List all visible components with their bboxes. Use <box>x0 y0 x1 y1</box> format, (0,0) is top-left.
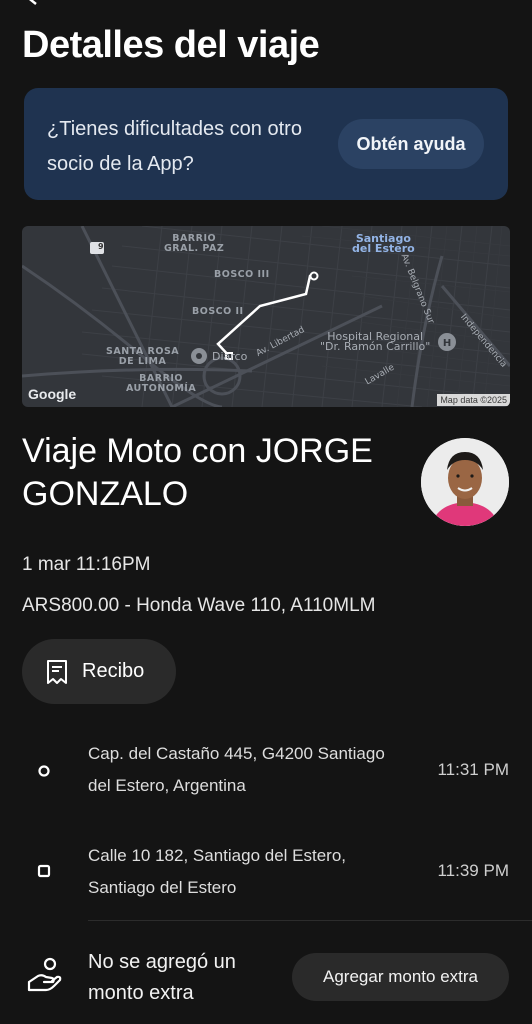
tip-text: No se agregó un monto extra <box>88 951 236 1004</box>
map-label-santa-rosa: SANTA ROSA DE LIMA <box>106 346 180 367</box>
map-label-diarco: Diarco <box>212 350 248 363</box>
driver-avatar <box>421 438 509 526</box>
trip-fare: ARS800.00 - Honda Wave 110, A110MLM <box>22 595 376 616</box>
pickup-time: 11:31 PM <box>437 760 509 779</box>
dropoff-square-icon <box>37 864 51 878</box>
add-extra-amount-button[interactable]: Agregar monto extra <box>292 953 509 1001</box>
google-logo: Google <box>28 386 77 402</box>
back-arrow-icon[interactable] <box>22 0 42 6</box>
dropoff-time: 11:39 PM <box>437 861 509 880</box>
divider <box>88 920 532 921</box>
map-label-bosco-ii: BOSCO II <box>192 306 244 317</box>
svg-text:H: H <box>443 338 451 349</box>
trip-date: 1 mar 11:16PM <box>22 554 151 575</box>
help-text: ¿Tienes dificultades con otro socio de l… <box>47 118 302 175</box>
dropoff-address: Calle 10 182, Santiago del Estero, Santi… <box>88 846 347 897</box>
receipt-label: Recibo <box>82 660 145 682</box>
receipt-button[interactable]: Recibo <box>22 639 176 704</box>
tip-hand-icon <box>27 957 62 992</box>
map-label-barrio-gral-paz: BARRIO GRAL. PAZ <box>164 233 225 254</box>
receipt-icon <box>47 659 67 684</box>
map-label-barrio-autonomia: BARRIO AUTONOMÍA <box>126 373 197 394</box>
map-attribution: Map data ©2025 <box>437 394 510 406</box>
map-label-bosco-iii: BOSCO III <box>214 269 270 280</box>
map-label-hospital: Hospital Regional "Dr. Ramón Carrillo" <box>320 330 431 353</box>
map-streets: H <box>22 226 510 407</box>
trip-title: Viaje Moto con JORGE GONZALO <box>22 432 373 513</box>
help-card: ¿Tienes dificultades con otro socio de l… <box>24 88 508 200</box>
driver-photo <box>421 438 509 526</box>
map-label-santiago: Santiago del Estero <box>352 232 415 255</box>
pickup-dot-icon <box>38 765 50 777</box>
pickup-address: Cap. del Castaño 445, G4200 Santiago del… <box>88 744 385 795</box>
page-title: Detalles del viaje <box>22 24 320 66</box>
get-help-button[interactable]: Obtén ayuda <box>338 119 484 169</box>
route-badge-label: 9 <box>97 242 105 251</box>
trip-map[interactable]: H 9 BARRIO GRAL. PAZ Santiago del Estero… <box>22 226 510 407</box>
